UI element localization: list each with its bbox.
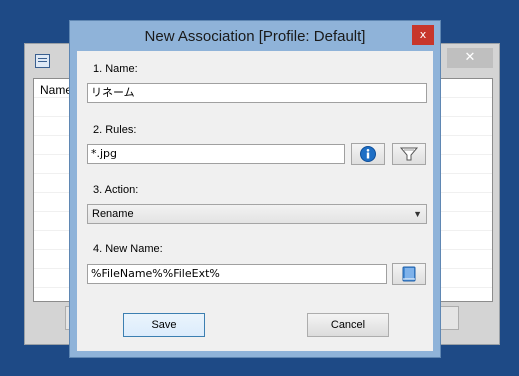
dialog-title: New Association [Profile: Default] [144, 28, 366, 45]
action-selected-value: Rename [92, 208, 134, 220]
info-icon [360, 146, 376, 162]
name-label: 1. Name: [93, 63, 138, 75]
list-header-name[interactable]: Name [40, 83, 72, 97]
action-select[interactable]: Rename ▼ [87, 204, 427, 224]
book-icon [402, 266, 416, 282]
app-icon [35, 54, 50, 68]
name-field[interactable]: リネーム [87, 83, 427, 103]
save-button[interactable]: Save [123, 313, 205, 337]
cancel-button[interactable]: Cancel [307, 313, 389, 337]
chevron-down-icon: ▼ [413, 209, 422, 219]
rules-filter-button[interactable] [392, 143, 426, 165]
dialog-body: 1. Name: リネーム 2. Rules: *.jpg 3. Action:… [77, 51, 433, 351]
new-name-label: 4. New Name: [93, 243, 163, 255]
action-label: 3. Action: [93, 184, 139, 196]
new-name-field[interactable]: %FileName%%FileExt% [87, 264, 387, 284]
new-name-template-button[interactable] [392, 263, 426, 285]
filter-icon [399, 147, 419, 161]
background-close-button[interactable]: ✕ [447, 48, 493, 68]
new-association-dialog: New Association [Profile: Default] x 1. … [69, 20, 441, 358]
close-button[interactable]: x [412, 25, 434, 45]
rules-label: 2. Rules: [93, 124, 137, 136]
rules-info-button[interactable] [351, 143, 385, 165]
rules-field[interactable]: *.jpg [87, 144, 345, 164]
